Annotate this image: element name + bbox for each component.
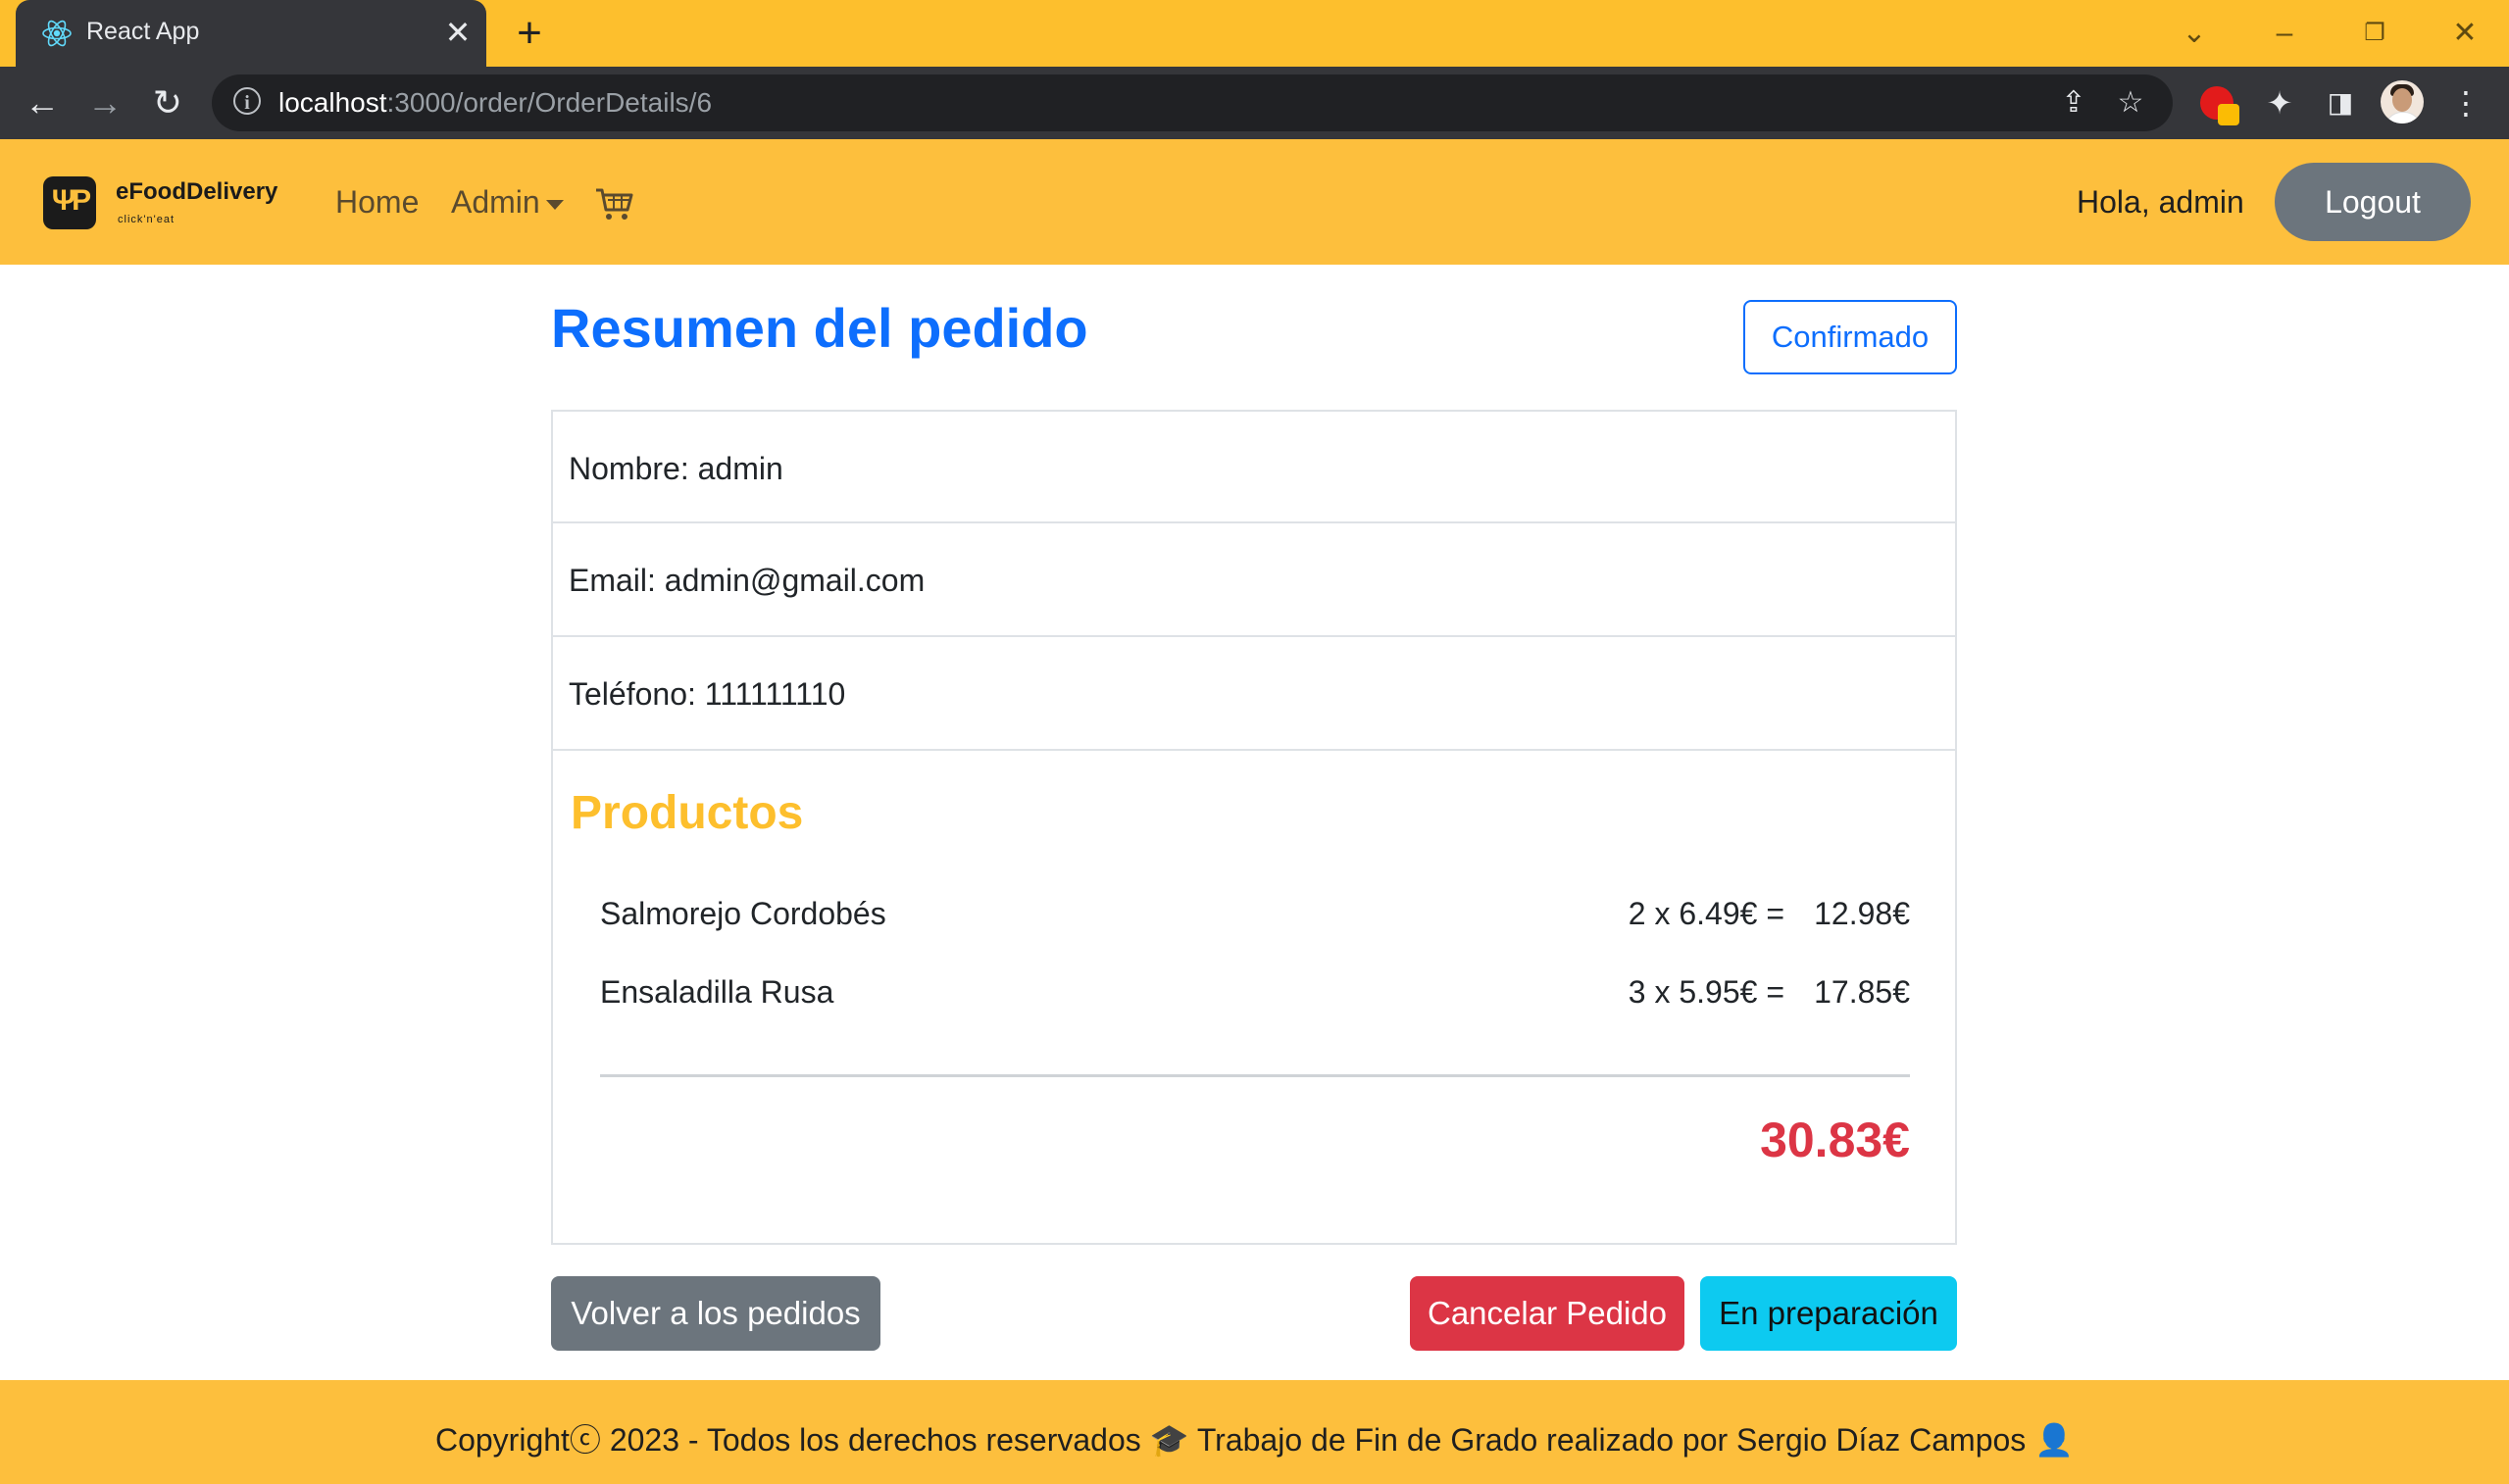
- star-icon[interactable]: ☆: [2110, 82, 2151, 124]
- logout-button[interactable]: Logout: [2275, 163, 2471, 241]
- product-subtotal: 17.85€: [1814, 974, 1910, 1010]
- product-name: Ensaladilla Rusa: [600, 974, 834, 1010]
- greeting-text: Hola, admin: [2077, 184, 2244, 220]
- back-to-orders-button[interactable]: Volver a los pedidos: [551, 1276, 880, 1351]
- url-text[interactable]: localhost:3000/order/OrderDetails/6: [278, 87, 712, 119]
- brand-tagline: click'n'eat: [118, 214, 175, 225]
- extension-icon[interactable]: [2200, 86, 2239, 125]
- sidepanel-icon[interactable]: ◨: [2318, 80, 2363, 125]
- products-title: Productos: [571, 787, 804, 839]
- customer-email: Email: admin@gmail.com: [569, 563, 926, 598]
- nav-home-link[interactable]: Home: [335, 184, 419, 221]
- tab-search-chevron-icon[interactable]: ⌄: [2165, 10, 2224, 57]
- customer-name: Nombre: admin: [569, 451, 783, 486]
- new-tab-button[interactable]: +: [506, 12, 553, 59]
- back-icon[interactable]: ←: [18, 78, 67, 127]
- minimize-icon[interactable]: –: [2255, 10, 2314, 57]
- logo-icon[interactable]: [43, 176, 96, 229]
- address-bar[interactable]: i localhost:3000/order/OrderDetails/6 ⇪ …: [212, 74, 2173, 131]
- footer-text: Copyrightⓒ 2023 - Todos los derechos res…: [434, 1422, 2075, 1458]
- product-name: Salmorejo Cordobés: [600, 896, 886, 931]
- nav-admin-dropdown[interactable]: Admin: [451, 184, 564, 221]
- react-favicon-icon: [42, 20, 72, 47]
- puzzle-icon[interactable]: ✦: [2257, 80, 2302, 125]
- tab-title: React App: [86, 18, 200, 45]
- profile-avatar[interactable]: [2381, 80, 2424, 124]
- browser-tabstrip: React App ✕ + ⌄ – ❐ ✕: [0, 0, 2509, 67]
- brand-name[interactable]: eFoodDelivery: [116, 178, 277, 206]
- cart-icon[interactable]: [594, 186, 633, 222]
- customer-phone-row: Teléfono: 111111110: [551, 635, 1957, 751]
- forward-icon[interactable]: →: [80, 78, 129, 127]
- product-quantity: 2 x 6.49€ =: [1628, 896, 1784, 931]
- customer-email-row: Email: admin@gmail.com: [551, 521, 1957, 637]
- customer-phone: Teléfono: 111111110: [569, 676, 846, 712]
- share-icon[interactable]: ⇪: [2053, 82, 2094, 124]
- in-preparation-button[interactable]: En preparación: [1700, 1276, 1957, 1351]
- browser-tab[interactable]: React App ✕: [16, 0, 486, 67]
- footer: Copyrightⓒ 2023 - Todos los derechos res…: [0, 1380, 2509, 1484]
- order-total: 30.83€: [1760, 1113, 1910, 1167]
- customer-name-row: Nombre: admin: [551, 410, 1957, 523]
- page-title: Resumen del pedido: [551, 297, 1088, 359]
- cancel-order-button[interactable]: Cancelar Pedido: [1410, 1276, 1684, 1351]
- product-quantity: 3 x 5.95€ =: [1628, 974, 1784, 1010]
- divider: [600, 1074, 1910, 1077]
- chevron-down-icon: [545, 199, 564, 210]
- menu-icon[interactable]: ⋮: [2443, 80, 2488, 125]
- restore-icon[interactable]: ❐: [2345, 10, 2404, 57]
- close-window-icon[interactable]: ✕: [2435, 10, 2494, 57]
- app-navbar: eFoodDelivery click'n'eat Home Admin Hol…: [0, 139, 2509, 265]
- reload-icon[interactable]: ↻: [143, 78, 192, 127]
- browser-toolbar: ← → ↻ i localhost:3000/order/OrderDetail…: [0, 67, 2509, 139]
- info-icon[interactable]: i: [233, 87, 261, 115]
- products-card: Productos Salmorejo Cordobés 2 x 6.49€ =…: [551, 749, 1957, 1245]
- product-subtotal: 12.98€: [1814, 896, 1910, 931]
- order-status-button[interactable]: Confirmado: [1743, 300, 1957, 374]
- close-tab-icon[interactable]: ✕: [437, 12, 478, 53]
